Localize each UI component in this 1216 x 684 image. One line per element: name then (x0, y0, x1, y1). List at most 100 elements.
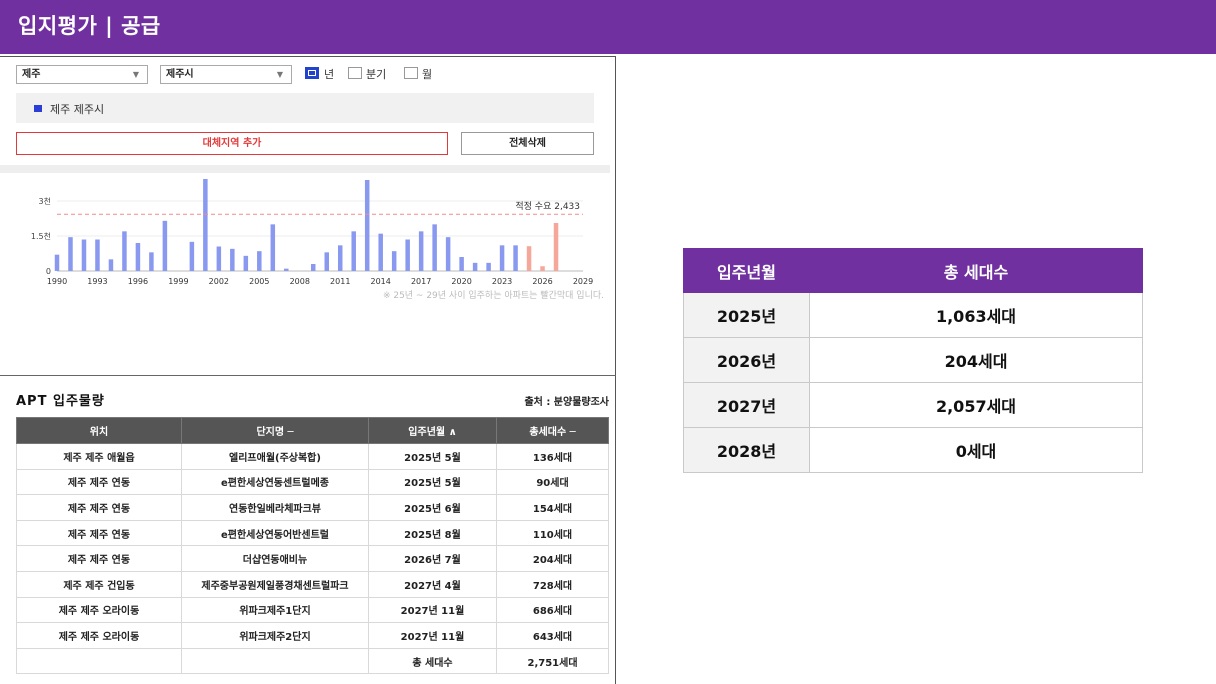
bar (378, 233, 383, 271)
cell-complex: 더샵연동애비뉴 (181, 545, 369, 572)
bar (203, 179, 208, 271)
x-tick-label: 2029 (573, 277, 593, 286)
column-header-total-units: 총 세대수 (809, 248, 1143, 293)
x-tick-label: 1990 (47, 277, 67, 286)
apt-section-title: APT 입주물량 (16, 394, 105, 409)
cell-year: 2026년 (683, 337, 810, 383)
bar (405, 239, 410, 271)
cell-complex: 위파크제주1단지 (181, 596, 369, 624)
cell-units: 90세대 (496, 468, 609, 496)
cell-move-in: 2025년 5월 (368, 443, 497, 470)
x-tick-label: 2011 (330, 277, 350, 286)
supply-panel: 제주 ▼ 제주시 ▼ 년 분기 월 제주 제주시 대체지역 추가 전체삭제 01… (0, 56, 616, 684)
cell-complex: e편한세상연동어반센트럴 (181, 519, 369, 547)
bar (324, 252, 329, 271)
period-year-checkbox[interactable] (305, 67, 319, 79)
region-select-province-value: 제주 (22, 69, 41, 80)
cell-location: 제주 제주 건입동 (16, 570, 182, 598)
page-title: 입지평가 | 공급 (18, 14, 161, 38)
bar (351, 231, 356, 271)
column-header-move-in[interactable]: 입주년월 ∧ (368, 417, 497, 444)
period-month-label: 월 (422, 68, 433, 81)
table-total-row: 총 세대수 2,751세대 (16, 647, 609, 675)
supply-summary-table: 입주년월 총 세대수 2025년 1,063세대 2026년 204세대 202… (683, 248, 1143, 473)
table-row: 2028년 0세대 (683, 427, 1143, 473)
table-row: 제주 제주 오라이동 위파크제주1단지 2027년 11월 686세대 (16, 596, 609, 624)
bar (95, 239, 100, 271)
cell-location: 제주 제주 연동 (16, 494, 182, 521)
bar (418, 231, 424, 271)
bar (540, 266, 545, 271)
x-tick-label: 1996 (128, 277, 148, 286)
cell-location: 제주 제주 연동 (16, 519, 182, 547)
reference-line-label: 적정 수요 2,433 (515, 200, 580, 212)
cell-move-in: 2027년 4월 (368, 570, 497, 598)
bar (284, 268, 289, 271)
cell-units: 728세대 (496, 570, 609, 598)
cell-empty (16, 647, 182, 675)
bar (216, 246, 222, 271)
cell-location: 제주 제주 연동 (16, 468, 182, 496)
cell-location: 제주 제주 오라이동 (16, 596, 182, 624)
bar (486, 262, 491, 271)
y-tick-label: 1.5천 (31, 231, 51, 241)
period-quarter-checkbox[interactable] (348, 67, 362, 79)
cell-units: 0세대 (809, 427, 1143, 473)
region-select-province[interactable]: 제주 ▼ (16, 65, 148, 84)
cell-complex: 연동한일베라체파크뷰 (181, 494, 369, 521)
total-value: 2,751세대 (496, 647, 609, 675)
x-tick-label: 1993 (87, 277, 107, 286)
cell-year: 2027년 (683, 382, 810, 428)
column-header-move-in-year: 입주년월 (683, 248, 810, 293)
table-row: 2027년 2,057세대 (683, 382, 1143, 428)
cell-complex: 제주중부공원제일풍경채센트럴파크 (181, 570, 369, 598)
cell-units: 2,057세대 (809, 382, 1143, 428)
cell-units: 204세대 (496, 545, 609, 572)
add-region-button[interactable]: 대체지역 추가 (16, 132, 448, 155)
chevron-down-icon: ▼ (132, 70, 139, 79)
table-row: 제주 제주 연동 e편한세상연동센트럴메종 2025년 5월 90세대 (16, 468, 609, 496)
bar (553, 223, 559, 271)
cell-year: 2028년 (683, 427, 810, 473)
cell-move-in: 2026년 7월 (368, 545, 497, 572)
cell-move-in: 2025년 6월 (368, 494, 497, 521)
x-tick-label: 2008 (290, 277, 310, 286)
column-header-complex[interactable]: 단지명 ─ (181, 417, 369, 444)
bar (445, 237, 451, 271)
column-header-units[interactable]: 총세대수 ─ (496, 417, 609, 444)
cell-units: 204세대 (809, 337, 1143, 383)
period-year-label: 년 (324, 68, 335, 81)
cell-units: 136세대 (496, 443, 609, 470)
bar (364, 180, 370, 271)
chart-footnote: ※ 25년 ~ 29년 사이 입주하는 아파트는 빨간막대 입니다. (383, 289, 604, 301)
x-tick-label: 2014 (371, 277, 391, 286)
chevron-down-icon: ▼ (276, 70, 283, 79)
column-header-location[interactable]: 위치 (16, 417, 182, 444)
cell-move-in: 2027년 11월 (368, 596, 497, 624)
table-row: 제주 제주 건입동 제주중부공원제일풍경채센트럴파크 2027년 4월 728세… (16, 570, 609, 598)
delete-all-button[interactable]: 전체삭제 (461, 132, 594, 155)
x-tick-label: 2020 (451, 277, 471, 286)
bar (81, 239, 87, 271)
region-select-city-value: 제주시 (166, 69, 194, 80)
cell-year: 2025년 (683, 292, 810, 338)
cell-units: 154세대 (496, 494, 609, 521)
cell-move-in: 2027년 11월 (368, 622, 497, 649)
bar (513, 245, 518, 271)
cell-move-in: 2025년 8월 (368, 519, 497, 547)
y-tick-label: 3천 (39, 196, 51, 206)
cell-empty (181, 647, 369, 675)
bar (432, 224, 437, 271)
x-tick-label: 2017 (411, 277, 431, 286)
supply-bar-chart: 01.5천3천4.5천6천적정 수요 2,433가구 수199019931996… (31, 179, 604, 301)
period-month-checkbox[interactable] (404, 67, 418, 79)
total-label: 총 세대수 (368, 647, 497, 675)
region-select-city[interactable]: 제주시 ▼ (160, 65, 292, 84)
bar (108, 259, 114, 271)
bar (162, 220, 168, 271)
bar (189, 241, 195, 271)
x-tick-label: 2005 (249, 277, 269, 286)
bar (311, 264, 316, 271)
cell-complex: 위파크제주2단지 (181, 622, 369, 649)
cell-units: 643세대 (496, 622, 609, 649)
